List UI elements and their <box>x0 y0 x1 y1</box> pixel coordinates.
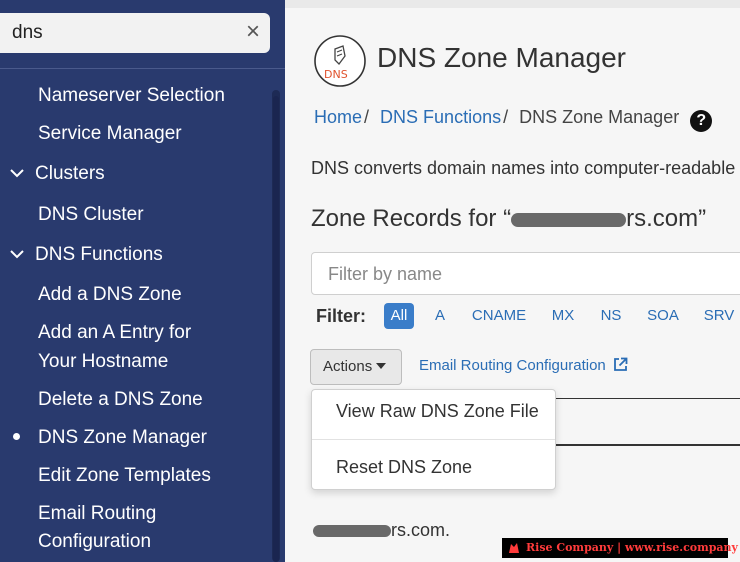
page-description: DNS converts domain names into computer-… <box>311 158 736 178</box>
filter-chip-all[interactable]: All <box>384 303 414 329</box>
filter-chip-soa[interactable]: SOA <box>643 303 683 329</box>
menu-item-view-raw-dns-zone-file[interactable]: View Raw DNS Zone File <box>336 401 539 422</box>
filter-chip-srv[interactable]: SRV <box>701 303 737 329</box>
watermark: Rise Company | www.rise.company <box>502 538 738 558</box>
clear-search-icon[interactable]: × <box>246 19 260 45</box>
zone-title-prefix: Zone Records for “ <box>311 205 512 232</box>
email-routing-configuration-link[interactable]: Email Routing Configuration <box>419 357 628 374</box>
sidebar-item-dns-zone-manager[interactable]: DNS Zone Manager <box>38 423 207 452</box>
sidebar-item-nameserver-selection[interactable]: Nameserver Selection <box>38 81 225 110</box>
sidebar-search-box[interactable]: dns × <box>0 13 270 53</box>
breadcrumb: Home / DNS Functions / DNS Zone Manager ? <box>314 107 713 132</box>
sidebar-group-label: Clusters <box>35 163 105 184</box>
filter-chip-cname[interactable]: CNAME <box>468 303 530 329</box>
row-domain-suffix: rs.com. <box>391 520 451 540</box>
email-routing-link-label: Email Routing Configuration <box>419 357 606 374</box>
page-title: DNS Zone Manager <box>377 42 627 73</box>
sidebar-item-email-routing-line1[interactable]: Email Routing <box>38 499 156 528</box>
menu-item-reset-dns-zone[interactable]: Reset DNS Zone <box>336 457 472 478</box>
sidebar-item-edit-zone-templates[interactable]: Edit Zone Templates <box>38 461 211 490</box>
redacted-domain <box>511 212 627 227</box>
sidebar: dns × Nameserver Selection Service Manag… <box>0 0 285 562</box>
breadcrumb-separator: / <box>503 107 509 127</box>
watermark-logo-icon <box>509 543 519 553</box>
sidebar-item-service-manager[interactable]: Service Manager <box>38 119 182 148</box>
sidebar-item-add-a-entry-line2[interactable]: Your Hostname <box>38 347 168 376</box>
menu-divider <box>312 439 555 440</box>
caret-down-icon <box>376 363 387 369</box>
breadcrumb-home-link[interactable]: Home <box>314 107 362 127</box>
top-bar <box>285 0 740 8</box>
dns-zone-manager-logo: DNS <box>313 34 367 88</box>
filter-by-name-input[interactable]: Filter by name <box>311 252 740 295</box>
help-icon[interactable]: ? <box>690 110 713 132</box>
search-input[interactable]: dns <box>12 22 43 44</box>
active-item-bullet <box>13 433 20 440</box>
sidebar-item-add-a-entry-line1[interactable]: Add an A Entry for <box>38 318 191 347</box>
actions-label: Actions <box>323 358 373 375</box>
chevron-down-icon <box>10 240 26 269</box>
actions-dropdown-button[interactable]: Actions <box>310 349 402 385</box>
filter-placeholder: Filter by name <box>328 264 443 284</box>
chevron-down-icon <box>10 159 26 188</box>
sidebar-group-clusters[interactable]: Clusters <box>10 159 105 188</box>
sidebar-group-label: DNS Functions <box>35 244 163 265</box>
breadcrumb-current: DNS Zone Manager <box>519 107 680 127</box>
breadcrumb-dns-functions-link[interactable]: DNS Functions <box>380 107 501 127</box>
zone-records-title: Zone Records for “ rs.com” <box>311 205 706 233</box>
sidebar-item-add-dns-zone[interactable]: Add a DNS Zone <box>38 280 182 309</box>
zone-record-domain: rs.com. <box>313 520 450 541</box>
actions-dropdown-menu: View Raw DNS Zone File Reset DNS Zone <box>311 389 556 490</box>
filter-label: Filter: <box>316 306 367 326</box>
logo-text: DNS <box>324 68 348 81</box>
sidebar-item-delete-dns-zone[interactable]: Delete a DNS Zone <box>38 385 203 414</box>
watermark-text: Rise Company | www.rise.company <box>526 541 738 554</box>
filter-chip-a[interactable]: A <box>430 303 450 329</box>
filter-chip-ns[interactable]: NS <box>597 303 625 329</box>
sidebar-scrollbar-thumb[interactable] <box>273 96 279 562</box>
breadcrumb-separator: / <box>364 107 370 127</box>
filter-chip-mx[interactable]: MX <box>547 303 579 329</box>
search-divider <box>0 68 285 69</box>
sidebar-group-dns-functions[interactable]: DNS Functions <box>10 240 163 269</box>
external-link-icon <box>613 357 628 372</box>
sidebar-item-email-routing-line2[interactable]: Configuration <box>38 527 151 556</box>
redacted-domain <box>313 525 391 538</box>
zone-title-suffix: rs.com” <box>626 205 707 232</box>
sidebar-item-dns-cluster[interactable]: DNS Cluster <box>38 200 144 229</box>
